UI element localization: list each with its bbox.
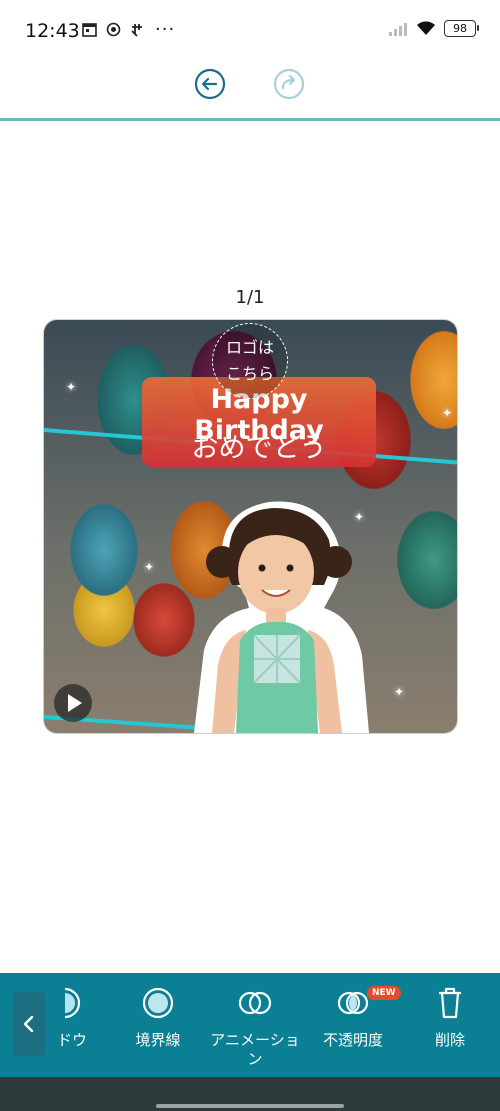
- play-animation-button[interactable]: [54, 684, 92, 722]
- status-right-icons: 98: [388, 20, 479, 37]
- tool-animation-label: アニメーション: [210, 1031, 300, 1068]
- chevron-left-icon: [23, 1015, 34, 1033]
- logo-placeholder[interactable]: ロゴは こちら: [212, 323, 288, 399]
- new-badge: NEW: [367, 986, 401, 1000]
- wifi-icon: [417, 21, 435, 35]
- child-photo-cutout[interactable]: [174, 490, 374, 733]
- target-icon: [106, 22, 121, 37]
- battery-level: 98: [453, 22, 467, 35]
- title-text-japanese[interactable]: おめでとう: [142, 426, 376, 465]
- toolbar-back-button[interactable]: [13, 992, 45, 1056]
- tool-opacity-label: 不透明度: [322, 1031, 383, 1049]
- sparkle-icon: ✦: [144, 560, 155, 574]
- tool-shadow[interactable]: ドウ: [52, 987, 92, 1050]
- signal-icon: [389, 22, 407, 36]
- design-canvas[interactable]: ✦ ✦ ✦ ✦ ✦ Happy Birthday おめでとう ロゴは こちら: [43, 319, 458, 734]
- tool-delete[interactable]: 削除: [430, 987, 470, 1050]
- edit-toolbar: ドウ 境界線 アニメーション 不透明度 NEW 削除: [0, 973, 500, 1077]
- status-time: 12:43: [25, 20, 80, 42]
- redo-button[interactable]: [273, 68, 305, 100]
- battery-indicator: 98: [444, 20, 479, 37]
- tool-border-label: 境界線: [135, 1031, 181, 1049]
- sparkle-icon: ✦: [442, 406, 453, 420]
- border-circle-icon: [142, 987, 174, 1019]
- logo-placeholder-line2: こちら: [225, 364, 274, 383]
- more-dots-icon: ···: [155, 19, 176, 40]
- editor-header: [0, 62, 500, 121]
- tool-shadow-label: ドウ: [56, 1031, 87, 1049]
- undo-button[interactable]: [194, 68, 226, 100]
- redo-arrow-icon: [273, 68, 305, 100]
- page-indicator: 1/1: [235, 287, 265, 308]
- opacity-icon: [337, 991, 369, 1015]
- status-notification-icons: ···: [82, 19, 175, 40]
- tool-animation[interactable]: アニメーション: [210, 987, 300, 1069]
- sparkle-icon: ✦: [394, 685, 405, 699]
- tool-border[interactable]: 境界線: [130, 987, 186, 1050]
- logo-placeholder-line1: ロゴは: [225, 338, 274, 357]
- sparkle-icon: ✦: [66, 380, 77, 394]
- tool-delete-label: 削除: [434, 1031, 465, 1049]
- calendar-icon: [82, 23, 97, 37]
- trash-icon: [439, 987, 461, 1019]
- sync-icon: [131, 24, 142, 37]
- animation-icon: [238, 991, 272, 1015]
- play-icon: [68, 694, 82, 712]
- status-bar: 12:43 ··· 98: [0, 0, 500, 62]
- shadow-icon: [64, 987, 81, 1019]
- undo-arrow-icon: [194, 68, 226, 100]
- home-indicator[interactable]: [156, 1104, 344, 1108]
